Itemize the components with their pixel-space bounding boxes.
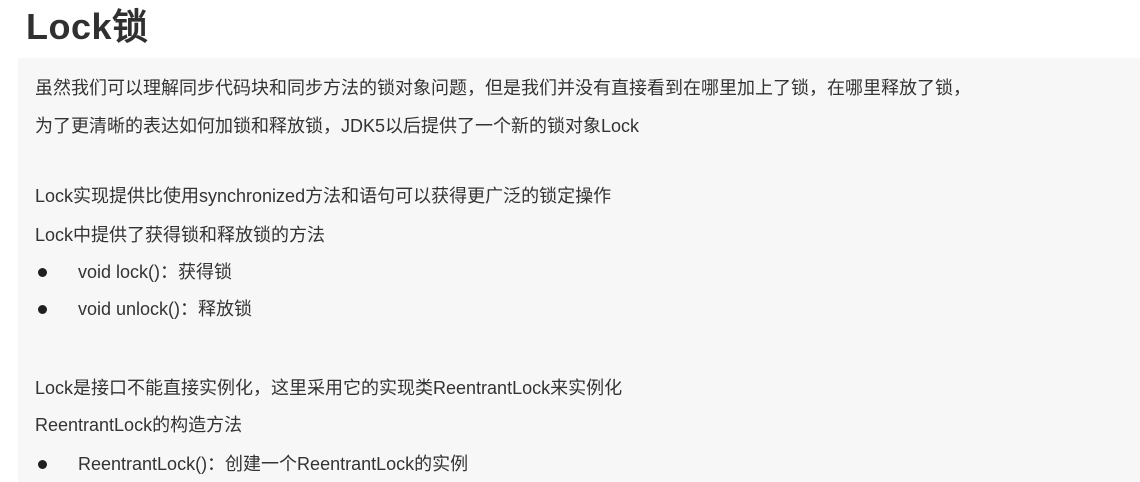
list-item-text: void lock()：获得锁: [78, 262, 233, 282]
content-panel: 虽然我们可以理解同步代码块和同步方法的锁对象问题，但是我们并没有直接看到在哪里加…: [18, 58, 1140, 482]
section2-line-2: ReentrantLock的构造方法: [35, 415, 243, 435]
bullet-icon: [38, 460, 47, 469]
page: Lock锁 虽然我们可以理解同步代码块和同步方法的锁对象问题，但是我们并没有直接…: [0, 0, 1140, 482]
list-item-text: ReentrantLock()：创建一个ReentrantLock的实例: [78, 454, 469, 474]
intro-line-2: 为了更清晰的表达如何加锁和释放锁，JDK5以后提供了一个新的锁对象Lock: [35, 116, 640, 136]
bullet-icon: [38, 305, 47, 314]
bullet-icon: [38, 268, 47, 277]
section1-line-1: Lock实现提供比使用synchronized方法和语句可以获得更广泛的锁定操作: [35, 186, 612, 206]
section2-line-1: Lock是接口不能直接实例化，这里采用它的实现类ReentrantLock来实例…: [35, 378, 623, 398]
page-title: Lock锁: [26, 6, 149, 47]
section1-line-2: Lock中提供了获得锁和释放锁的方法: [35, 225, 326, 245]
list-item-text: void unlock()：释放锁: [78, 299, 253, 319]
intro-line-1: 虽然我们可以理解同步代码块和同步方法的锁对象问题，但是我们并没有直接看到在哪里加…: [35, 78, 971, 98]
